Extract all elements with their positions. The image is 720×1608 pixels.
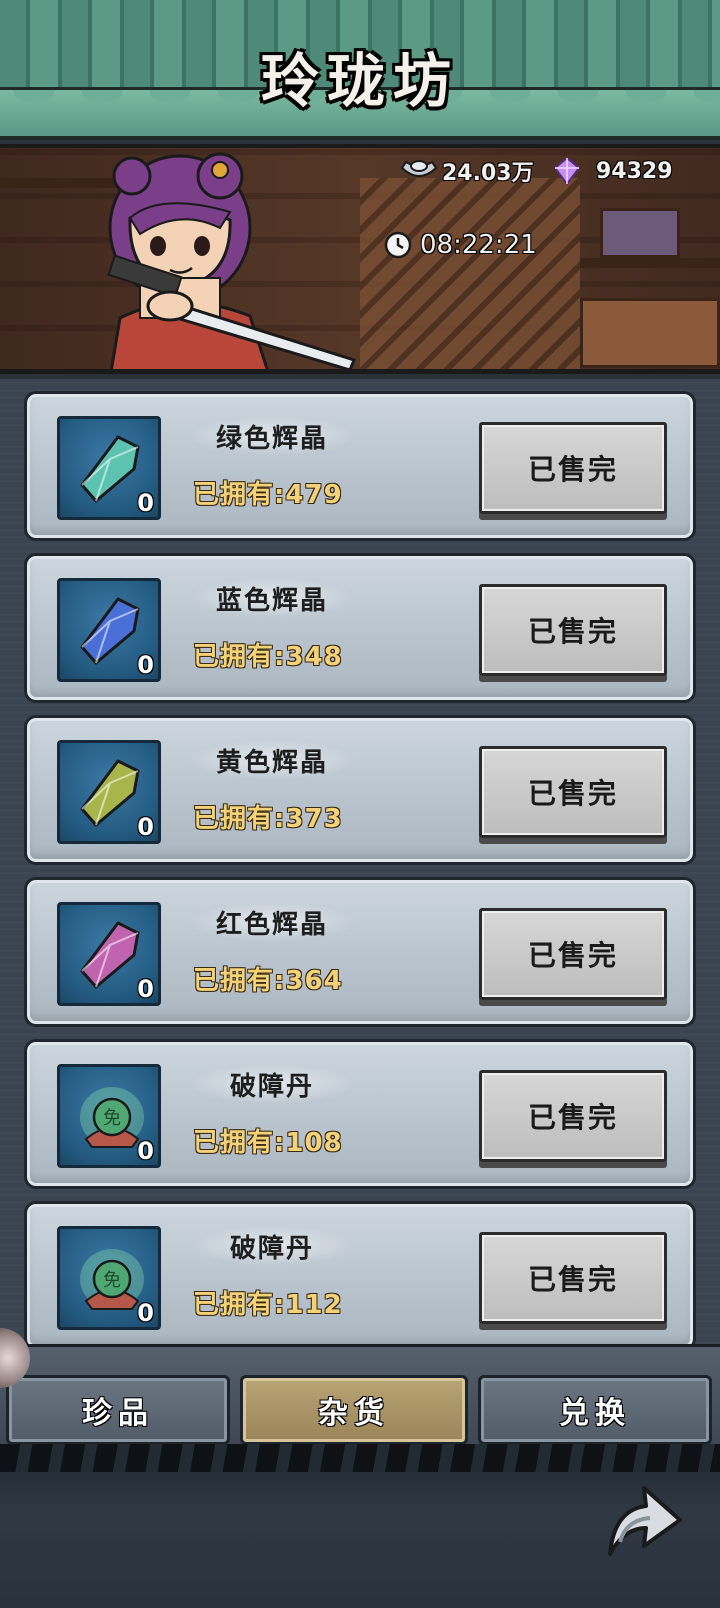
item-list[interactable]: 0 绿色辉晶 已拥有:479 已售完 0 蓝色辉晶 已拥有:348 已售完 0 … [0, 379, 720, 1344]
page-title: 玲珑坊 [225, 28, 495, 124]
item-owned-count: 已拥有:108 [193, 1128, 343, 1158]
sold-out-button[interactable]: 已售完 [479, 422, 667, 514]
item-card: 免 0 破障丹 已拥有:112 已售完 [24, 1201, 696, 1344]
clock-icon [384, 231, 412, 259]
silver-ingot-icon [400, 160, 438, 177]
item-name: 破障丹 [187, 1226, 357, 1266]
page-title-text: 玲珑坊 [260, 47, 459, 115]
item-owned-count: 已拥有:373 [193, 804, 343, 834]
gem-currency: 94329 [552, 154, 673, 188]
crate [600, 208, 680, 258]
item-card: 免 0 破障丹 已拥有:108 已售完 [24, 1039, 696, 1189]
crate [580, 298, 720, 368]
silver-currency: 24.03万 [400, 154, 534, 188]
item-quantity: 0 [137, 489, 154, 517]
item-quantity: 0 [137, 1137, 154, 1165]
item-owned-count: 已拥有:112 [193, 1290, 343, 1320]
item-quantity: 0 [137, 1299, 154, 1327]
item-icon-slot[interactable]: 0 [57, 578, 161, 682]
item-icon-slot[interactable]: 0 [57, 740, 161, 844]
sold-out-button[interactable]: 已售完 [479, 584, 667, 676]
item-icon-slot[interactable]: 0 [57, 416, 161, 520]
item-card: 0 绿色辉晶 已拥有:479 已售完 [24, 391, 696, 541]
sold-out-button[interactable]: 已售完 [479, 1070, 667, 1162]
purple-gem-icon [553, 156, 581, 186]
item-quantity: 0 [137, 975, 154, 1003]
shelf [580, 258, 720, 268]
item-name: 黄色辉晶 [187, 740, 357, 780]
item-quantity: 0 [137, 813, 154, 841]
item-owned-count: 已拥有:479 [193, 480, 343, 510]
tab-goods[interactable]: 杂货 [240, 1375, 468, 1445]
return-arrow-icon[interactable] [600, 1480, 684, 1560]
shop-banner: 24.03万 94329 08:22:21 [0, 144, 720, 374]
item-icon-slot[interactable]: 免 0 [57, 1064, 161, 1168]
sold-out-button[interactable]: 已售完 [479, 1232, 667, 1324]
tab-exchange[interactable]: 兑换 [478, 1375, 712, 1445]
item-name: 绿色辉晶 [187, 416, 357, 456]
item-owned-count: 已拥有:348 [193, 642, 343, 672]
tab-treasures[interactable]: 珍品 [6, 1375, 230, 1445]
sold-out-button[interactable]: 已售完 [479, 746, 667, 838]
item-icon-slot[interactable]: 0 [57, 902, 161, 1006]
shop-tab-bar: 珍品 杂货 兑换 [0, 1344, 720, 1445]
stairs-decoration [360, 178, 580, 369]
pill-char: 免 [103, 1108, 121, 1129]
item-owned-count: 已拥有:364 [193, 966, 343, 996]
item-card: 0 黄色辉晶 已拥有:373 已售完 [24, 715, 696, 865]
item-name: 红色辉晶 [187, 902, 357, 942]
silver-amount: 24.03万 [442, 161, 534, 186]
pill-char: 免 [103, 1270, 121, 1291]
item-name: 蓝色辉晶 [187, 578, 357, 618]
item-name: 破障丹 [187, 1064, 357, 1104]
item-quantity: 0 [137, 651, 154, 679]
timer-value: 08:22:21 [420, 230, 537, 260]
shopkeeper-character [107, 152, 356, 369]
item-icon-slot[interactable]: 免 0 [57, 1226, 161, 1330]
refresh-timer: 08:22:21 [384, 230, 537, 260]
gem-amount: 94329 [596, 158, 673, 184]
sold-out-button[interactable]: 已售完 [479, 908, 667, 1000]
item-card: 0 蓝色辉晶 已拥有:348 已售完 [24, 553, 696, 703]
item-card: 0 红色辉晶 已拥有:364 已售完 [24, 877, 696, 1027]
